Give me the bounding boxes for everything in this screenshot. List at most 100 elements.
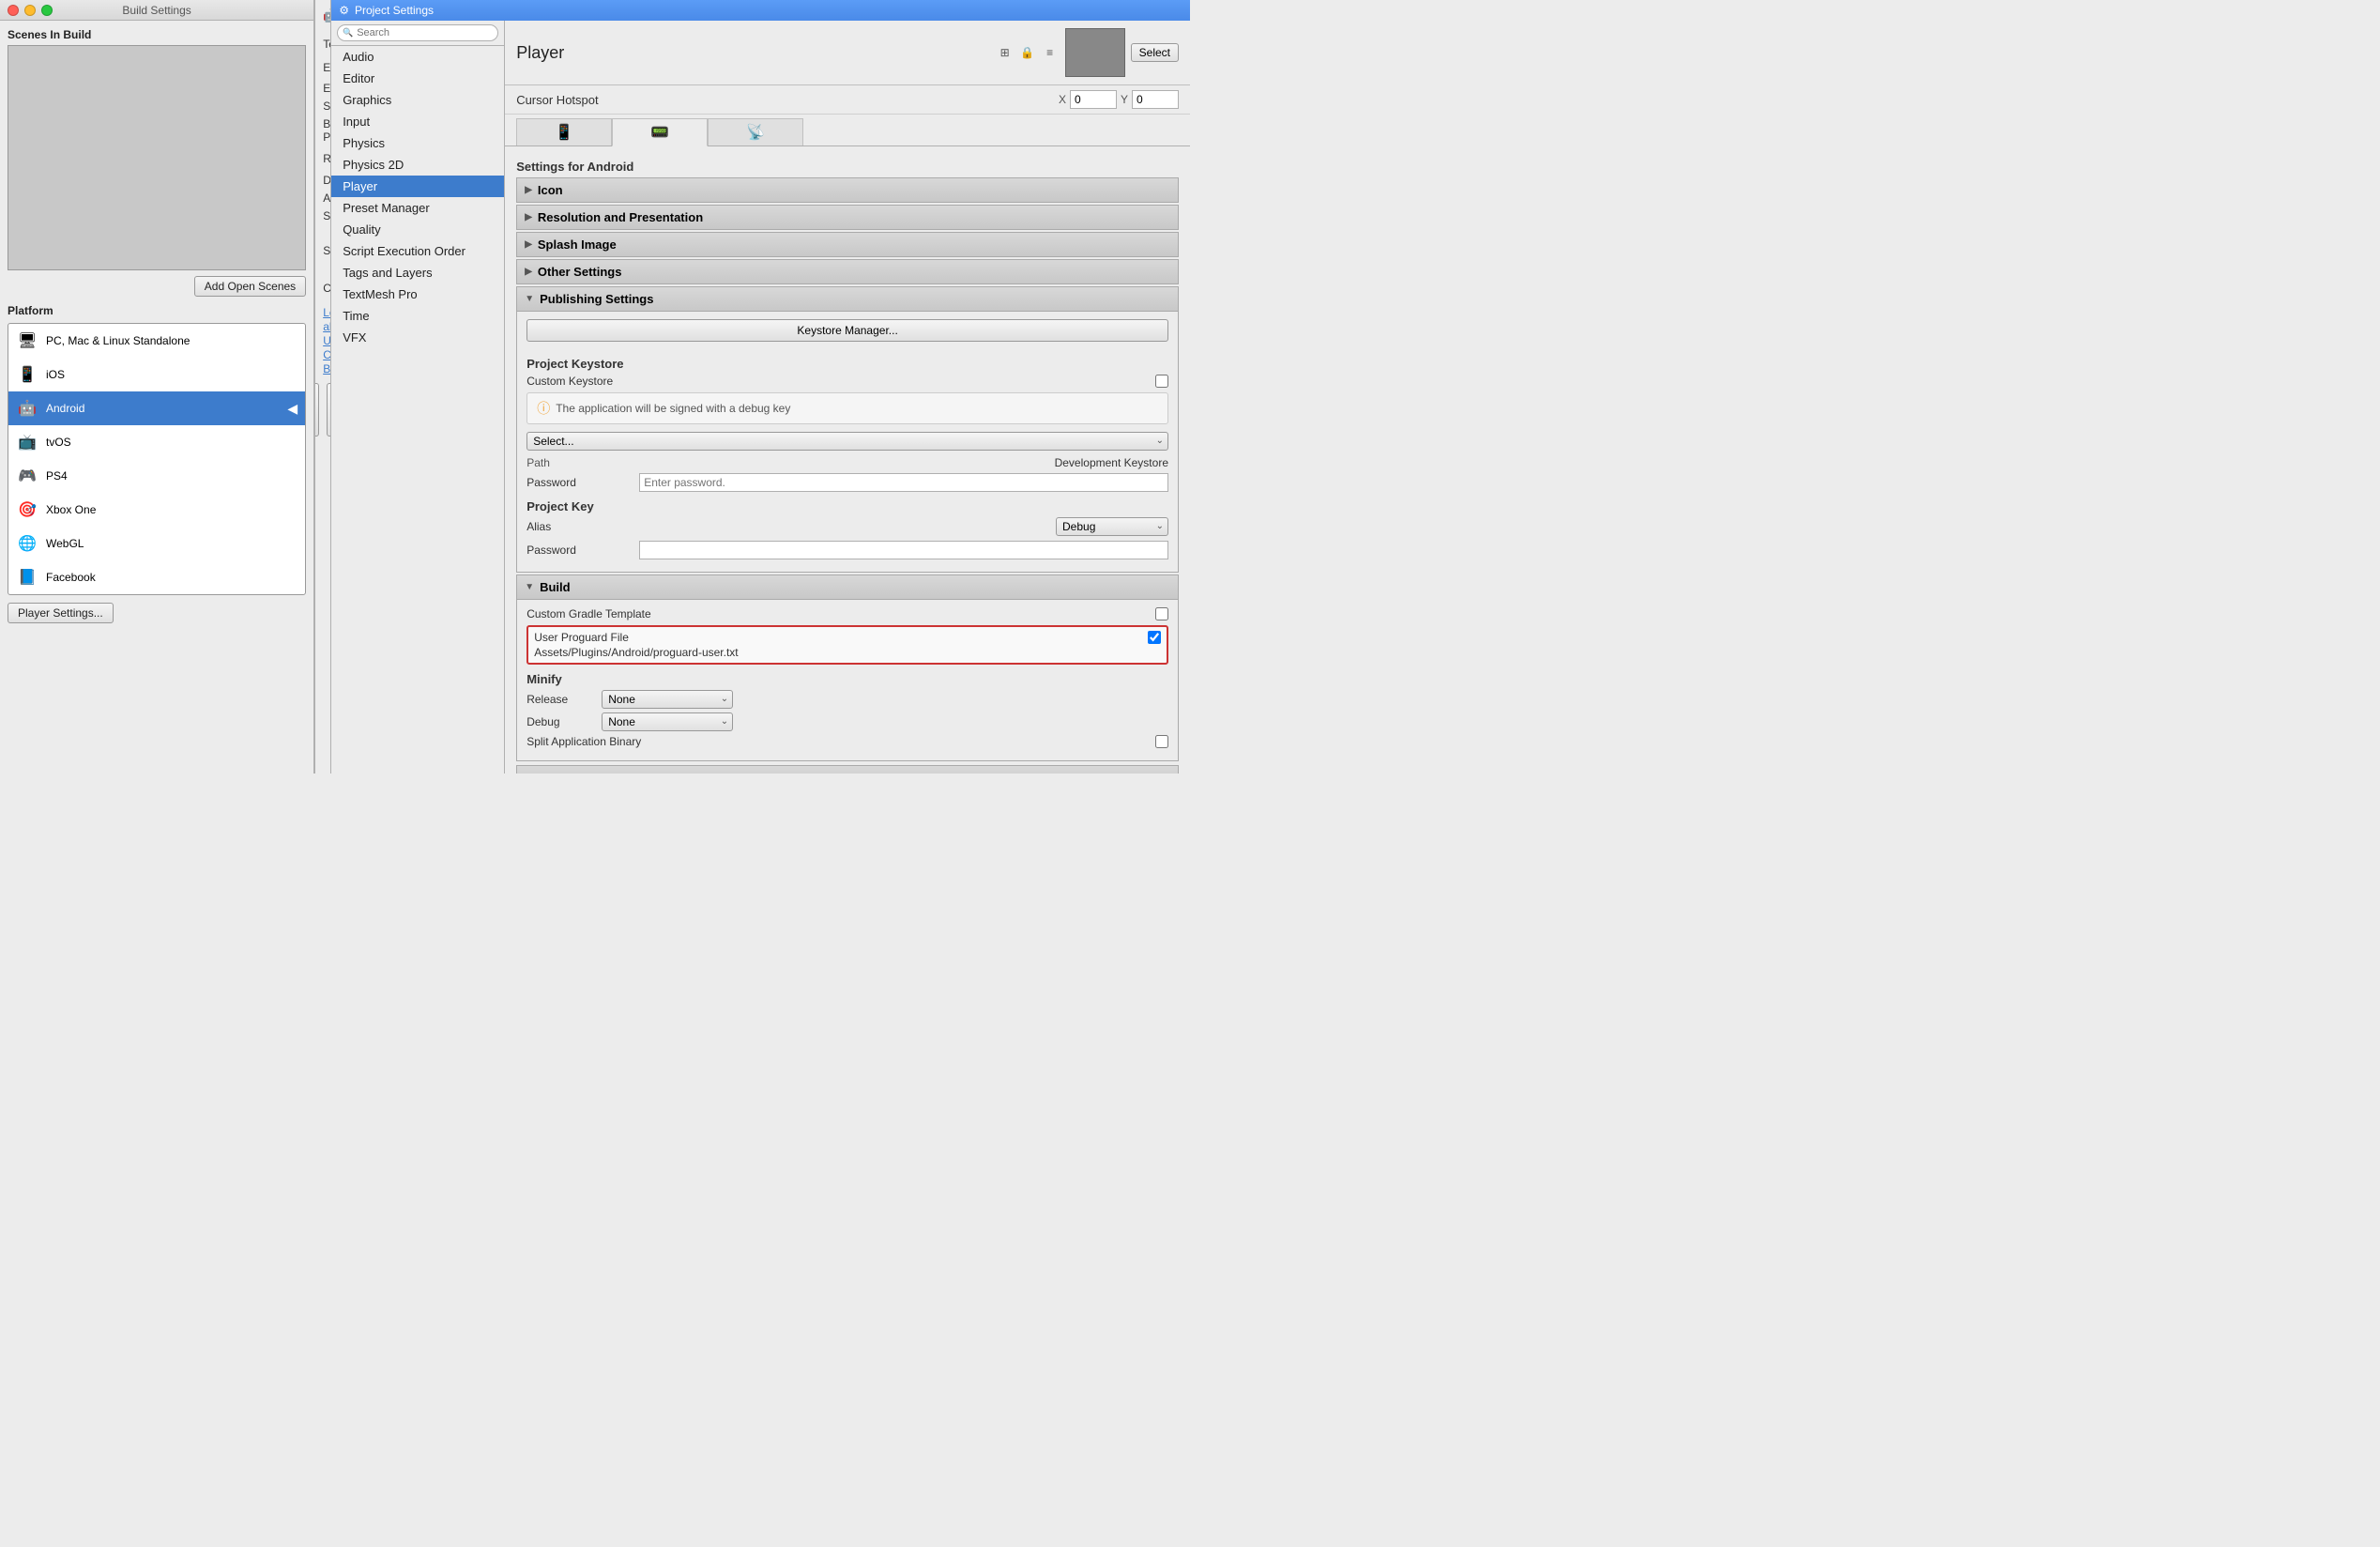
select-button[interactable]: Select <box>1131 43 1179 62</box>
player-settings-button[interactable]: Player Settings... <box>8 603 114 623</box>
android-build-indicator: ◀ <box>287 401 298 417</box>
platform-tab-android[interactable]: 📟 <box>612 118 708 146</box>
platform-label-tvos: tvOS <box>46 436 298 449</box>
window-title: Build Settings <box>122 4 191 17</box>
top-right-icons: ⊞ 🔒 ≡ <box>996 43 1060 62</box>
texture-compression-label: Texture Compression <box>323 38 331 51</box>
icon-section-header[interactable]: ▶ Icon <box>516 177 1179 203</box>
minimize-btn[interactable] <box>24 5 36 16</box>
other-settings-header[interactable]: ▶ Other Settings <box>516 259 1179 284</box>
build-label: Build <box>540 580 571 594</box>
custom-gradle-checkbox[interactable] <box>1155 607 1168 620</box>
project-settings-panel: ⚙ Project Settings Audio Editor Graphics… <box>331 0 1190 774</box>
split-app-binary-checkbox[interactable] <box>1155 735 1168 748</box>
build-settings-titlebar: Build Settings <box>0 0 313 21</box>
sidebar-item-script-execution-order[interactable]: Script Execution Order <box>331 240 504 262</box>
sidebar-item-textmesh-pro[interactable]: TextMesh Pro <box>331 283 504 305</box>
user-proguard-checkbox[interactable] <box>1148 631 1161 644</box>
layout-icon[interactable]: ⊞ <box>996 43 1015 62</box>
sidebar-item-physics[interactable]: Physics <box>331 132 504 154</box>
platform-label-facebook: Facebook <box>46 571 298 584</box>
window-controls <box>8 5 53 16</box>
build-section-header[interactable]: ▼ Build <box>516 574 1179 600</box>
cursor-hotspot-label: Cursor Hotspot <box>516 93 1051 107</box>
publishing-content: Keystore Manager... Project Keystore Cus… <box>516 312 1179 573</box>
cursor-hotspot-y-input[interactable] <box>1132 90 1179 109</box>
build-arrow: ▼ <box>525 582 534 592</box>
sidebar-item-physics2d[interactable]: Physics 2D <box>331 154 504 176</box>
sidebar-item-preset-manager[interactable]: Preset Manager <box>331 197 504 219</box>
publishing-section-header[interactable]: ▼ Publishing Settings <box>516 286 1179 312</box>
development-build-label: Development Build <box>323 174 331 187</box>
settings-sections: Settings for Android ▶ Icon ▶ Resolution… <box>505 146 1190 774</box>
platform-item-xboxone[interactable]: 🎯 Xbox One <box>8 493 305 527</box>
run-device-label: Run Device <box>323 152 331 165</box>
sidebar-item-quality[interactable]: Quality <box>331 219 504 240</box>
info-box: ⓘ The application will be signed with a … <box>526 392 1168 424</box>
maximize-btn[interactable] <box>41 5 53 16</box>
cloud-build-link[interactable]: Learn about Unity Cloud Build <box>323 306 331 375</box>
keystore-select[interactable]: Select... <box>526 432 1168 451</box>
platform-item-tvos[interactable]: 📺 tvOS <box>8 425 305 459</box>
export-project-label: Export Project <box>323 82 331 95</box>
x-label: X <box>1059 93 1066 106</box>
platform-tab-other[interactable]: 📡 <box>708 118 803 146</box>
project-settings-title: Project Settings <box>355 4 434 17</box>
xr-settings-section[interactable]: ▶ XR Settings <box>516 765 1179 774</box>
user-proguard-row: User Proguard File Assets/Plugins/Androi… <box>526 625 1168 665</box>
keystore-manager-button[interactable]: Keystore Manager... <box>526 319 1168 342</box>
pc-icon: 🖥 <box>16 329 38 352</box>
sidebar-item-input[interactable]: Input <box>331 111 504 132</box>
build-content: Custom Gradle Template User Proguard Fil… <box>516 600 1179 761</box>
resolution-arrow: ▶ <box>525 212 532 222</box>
android-icon-header: 🤖 <box>323 8 331 23</box>
player-settings-main: Player ⊞ 🔒 ≡ Select Cursor Hotspot X <box>505 21 1190 774</box>
platform-item-webgl[interactable]: 🌐 WebGL <box>8 527 305 560</box>
lock-icon[interactable]: 🔒 <box>1018 43 1037 62</box>
sidebar-item-time[interactable]: Time <box>331 305 504 327</box>
key-password-input[interactable] <box>639 541 1168 559</box>
password-input[interactable] <box>639 473 1168 492</box>
search-input[interactable] <box>337 24 498 41</box>
platform-item-android[interactable]: 🤖 Android ◀ <box>8 391 305 425</box>
release-select[interactable]: None ProGuard Gradle <box>602 690 733 709</box>
platform-item-pc[interactable]: 🖥 PC, Mac & Linux Standalone <box>8 324 305 358</box>
build-section: ▼ Build Custom Gradle Template User Pro <box>516 574 1179 761</box>
cursor-hotspot-x-input[interactable] <box>1070 90 1117 109</box>
build-app-bundle-label: Build App Bundle (Google Play) <box>323 117 331 144</box>
sidebar-item-graphics[interactable]: Graphics <box>331 89 504 111</box>
menu-icon[interactable]: ≡ <box>1041 43 1060 62</box>
platform-item-ios[interactable]: 📱 iOS <box>8 358 305 391</box>
sidebar-item-player[interactable]: Player <box>331 176 504 197</box>
platform-list: 🖥 PC, Mac & Linux Standalone 📱 iOS 🤖 And… <box>8 323 306 595</box>
splash-section-header[interactable]: ▶ Splash Image <box>516 232 1179 257</box>
path-label: Path <box>526 456 740 469</box>
debug-row: Debug None ProGuard Gradle <box>526 712 1168 731</box>
build-button[interactable]: Build <box>314 383 319 437</box>
sidebar-item-tags-and-layers[interactable]: Tags and Layers <box>331 262 504 283</box>
webgl-icon: 🌐 <box>16 532 38 555</box>
sidebar-item-editor[interactable]: Editor <box>331 68 504 89</box>
debug-label: Debug <box>526 715 602 728</box>
platform-label-xboxone: Xbox One <box>46 503 298 516</box>
project-keystore-header: Project Keystore <box>526 357 1168 371</box>
resolution-section-header[interactable]: ▶ Resolution and Presentation <box>516 205 1179 230</box>
android-icon: 🤖 <box>16 397 38 420</box>
sidebar-item-audio[interactable]: Audio <box>331 46 504 68</box>
key-password-row: Password <box>526 541 1168 559</box>
build-settings-content: Scenes In Build Add Open Scenes Platform… <box>0 21 313 774</box>
platform-label-android: Android <box>46 402 280 415</box>
platform-tab-mobile[interactable]: 📱 <box>516 118 612 146</box>
debug-select[interactable]: None ProGuard Gradle <box>602 712 733 731</box>
add-open-scenes-button[interactable]: Add Open Scenes <box>194 276 306 297</box>
close-btn[interactable] <box>8 5 19 16</box>
other-settings-section: ▶ Other Settings <box>516 259 1179 284</box>
custom-keystore-checkbox[interactable] <box>1155 375 1168 388</box>
info-message: The application will be signed with a de… <box>556 402 790 415</box>
tvos-icon: 📺 <box>16 431 38 453</box>
platform-item-facebook[interactable]: 📘 Facebook <box>8 560 305 594</box>
alias-select[interactable]: Debug <box>1056 517 1168 536</box>
platform-item-ps4[interactable]: 🎮 PS4 <box>8 459 305 493</box>
sidebar-item-vfx[interactable]: VFX <box>331 327 504 348</box>
release-label: Release <box>526 693 602 706</box>
